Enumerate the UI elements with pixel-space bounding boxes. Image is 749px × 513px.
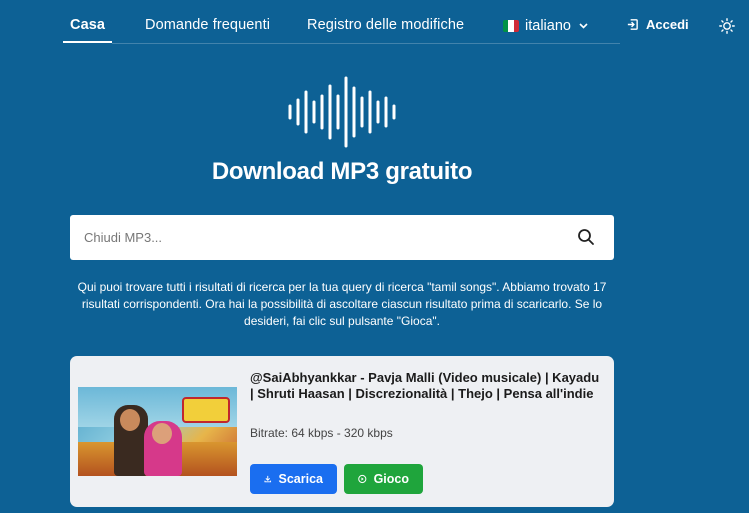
song-thumbnail: [78, 387, 237, 476]
login-label: Accedi: [646, 17, 689, 32]
nav-divider: [112, 43, 620, 44]
sun-icon[interactable]: [719, 18, 735, 34]
nav-item-casa[interactable]: Casa: [70, 17, 105, 33]
play-button[interactable]: Gioco: [344, 464, 423, 494]
login-button[interactable]: Accedi: [626, 17, 689, 32]
language-label: italiano: [525, 18, 571, 34]
download-button[interactable]: Scarica: [250, 464, 337, 494]
play-icon: [358, 474, 367, 484]
bitrate-text: Bitrate: 64 kbps - 320 kbps: [250, 426, 393, 440]
download-icon: [264, 475, 272, 483]
active-tab-indicator: [63, 41, 112, 43]
page-title: Download MP3 gratuito: [211, 158, 473, 185]
nav-item-faq[interactable]: Domande frequenti: [145, 17, 270, 33]
search-icon[interactable]: [576, 227, 596, 247]
search-input[interactable]: [70, 215, 570, 260]
login-icon: [627, 19, 638, 30]
sound-wave-icon: [287, 76, 397, 148]
play-label: Gioco: [373, 472, 409, 486]
chevron-down-icon: [579, 21, 588, 32]
search-bar: [70, 215, 614, 260]
top-navigation: Casa Domande frequenti Registro delle mo…: [0, 0, 749, 52]
song-title: @SaiAbhyankkar - Pavja Malli (Video musi…: [250, 370, 600, 401]
results-info-text: Qui puoi trovare tutti i risultati di ri…: [77, 280, 607, 328]
nav-item-changelog[interactable]: Registro delle modifiche: [307, 17, 464, 33]
language-selector[interactable]: italiano: [503, 17, 588, 35]
italy-flag-icon: [503, 20, 519, 32]
result-card: @SaiAbhyankkar - Pavja Malli (Video musi…: [70, 356, 614, 507]
download-label: Scarica: [278, 472, 323, 486]
